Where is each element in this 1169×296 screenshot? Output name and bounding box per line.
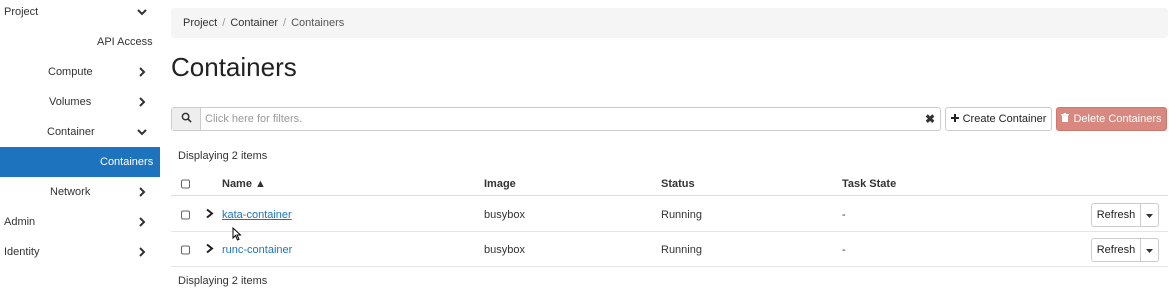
breadcrumb-item-project[interactable]: Project <box>183 17 217 29</box>
refresh-button[interactable]: Refresh <box>1091 238 1141 262</box>
sidebar-item-label: Network <box>50 186 91 198</box>
column-header-image: Image <box>484 177 516 190</box>
sidebar-item-label: Volumes <box>49 96 92 108</box>
sidebar-item-project[interactable]: Project <box>0 0 160 27</box>
table-header: Name ▲ Image Status Task State <box>171 172 1168 196</box>
sidebar-item-label: Compute <box>48 66 93 78</box>
trash-icon <box>1061 113 1070 125</box>
breadcrumb-separator: / <box>222 17 226 29</box>
page-title: Containers <box>171 52 297 82</box>
filter-bar: ✖ <box>171 107 941 131</box>
table-row: kata-container busybox Running - Refresh <box>171 198 1168 232</box>
sidebar-item-api-access[interactable]: API Access <box>0 27 160 57</box>
delete-containers-button[interactable]: Delete Containers <box>1056 107 1167 131</box>
container-image: busybox <box>484 208 525 221</box>
search-button[interactable] <box>172 108 201 130</box>
chevron-right-icon <box>136 216 148 228</box>
sidebar-item-compute[interactable]: Compute <box>0 57 160 87</box>
caret-down-icon <box>1146 244 1153 256</box>
row-checkbox[interactable] <box>181 245 190 254</box>
container-name-link[interactable]: kata-container <box>222 209 292 221</box>
container-status: Running <box>661 243 702 256</box>
sidebar-item-admin[interactable]: Admin <box>0 207 160 237</box>
item-count-top: Displaying 2 items <box>178 150 268 162</box>
column-header-name[interactable]: Name ▲ <box>222 178 266 190</box>
table-row: runc-container busybox Running - Refresh <box>171 233 1168 267</box>
container-task-state: - <box>842 208 846 221</box>
container-name-link[interactable]: runc-container <box>222 244 292 256</box>
sidebar-item-label: Project <box>4 6 39 18</box>
sidebar-item-identity[interactable]: Identity <box>0 237 160 267</box>
container-task-state: - <box>842 243 846 256</box>
sidebar-item-network[interactable]: Network <box>0 177 160 207</box>
chevron-right-icon <box>136 186 148 198</box>
expand-row-icon[interactable] <box>205 208 214 221</box>
search-icon <box>181 112 192 126</box>
chevron-right-icon <box>136 246 148 258</box>
sidebar: Project API Access Compute Volumes Conta… <box>0 0 160 296</box>
container-status: Running <box>661 208 702 221</box>
actions-dropdown-toggle[interactable] <box>1141 238 1159 262</box>
select-all-checkbox[interactable] <box>181 179 190 188</box>
chevron-right-icon <box>136 96 148 108</box>
sidebar-item-volumes[interactable]: Volumes <box>0 87 160 117</box>
create-container-label: Create Container <box>962 113 1047 125</box>
column-header-status: Status <box>661 177 695 190</box>
actions-dropdown-toggle[interactable] <box>1141 203 1159 227</box>
chevron-down-icon <box>136 6 148 18</box>
breadcrumb-item-current: Containers <box>291 17 345 29</box>
chevron-right-icon <box>136 66 148 78</box>
breadcrumb: Project / Container / Containers <box>171 8 1168 38</box>
delete-containers-label: Delete Containers <box>1073 113 1162 125</box>
sidebar-item-label: Container <box>47 126 95 138</box>
chevron-down-icon <box>136 126 148 138</box>
sidebar-item-label: Admin <box>4 216 36 228</box>
create-container-button[interactable]: Create Container <box>945 107 1052 131</box>
column-header-task-state: Task State <box>842 177 897 190</box>
refresh-button[interactable]: Refresh <box>1091 203 1141 227</box>
breadcrumb-separator: / <box>283 17 287 29</box>
sidebar-item-label: Containers <box>100 156 154 168</box>
row-actions: Refresh <box>1091 238 1159 262</box>
row-checkbox[interactable] <box>181 210 190 219</box>
sidebar-item-container[interactable]: Container <box>0 117 160 147</box>
item-count-bottom: Displaying 2 items <box>178 275 268 287</box>
sidebar-item-label: Identity <box>4 246 40 258</box>
expand-row-icon[interactable] <box>205 243 214 256</box>
sidebar-item-label: API Access <box>97 36 153 48</box>
breadcrumb-item-container[interactable]: Container <box>230 17 278 29</box>
sidebar-item-containers[interactable]: Containers <box>0 147 160 177</box>
mouse-cursor-icon <box>232 226 242 244</box>
caret-down-icon <box>1146 209 1153 221</box>
plus-icon <box>950 113 959 125</box>
container-image: busybox <box>484 243 525 256</box>
clear-filter-icon[interactable]: ✖ <box>920 112 940 126</box>
row-actions: Refresh <box>1091 203 1159 227</box>
filter-input[interactable] <box>201 109 920 129</box>
